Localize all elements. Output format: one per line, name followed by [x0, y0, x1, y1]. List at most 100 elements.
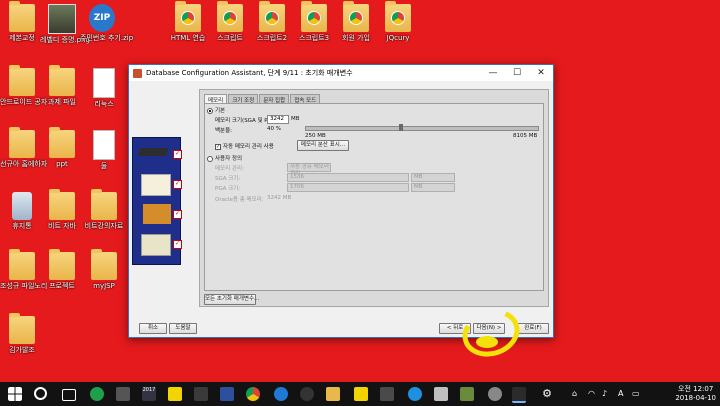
app-ai-icon[interactable]: [220, 387, 234, 401]
desktop-icon-fileshare[interactable]: 조성규 파일노리: [0, 249, 47, 290]
folder-icon: [49, 127, 75, 158]
slider-max-label: 8105 MB: [513, 133, 538, 139]
total-memory-value: 3242 MB: [267, 195, 292, 201]
boxes-icon: [143, 204, 171, 224]
desktop-icon-home[interactable]: 선규아 홈에하자: [0, 127, 47, 168]
step-check-icon: ✓: [173, 150, 182, 159]
typical-radio[interactable]: 기본: [207, 106, 225, 114]
help-button[interactable]: 도움말: [169, 323, 197, 334]
dbca-window: Database Configuration Assistant, 단계 9/1…: [128, 64, 554, 338]
document-icon: [93, 68, 115, 98]
auto-memory-checkbox[interactable]: ✓ 자동 메모리 관리 사용: [215, 142, 274, 150]
desktop-icon-android[interactable]: 안드로이드 공자: [0, 65, 47, 106]
close-button[interactable]: ✕: [529, 68, 553, 78]
cancel-button[interactable]: 취소: [139, 323, 167, 334]
finish-button[interactable]: 완료(F): [517, 323, 549, 334]
auto-memory-label: 자동 메모리 관리 사용: [223, 144, 274, 150]
desktop-icon-project[interactable]: 프로젝트: [40, 249, 84, 290]
volume-icon[interactable]: ♪: [602, 389, 607, 398]
document-icon: [93, 130, 115, 160]
maximize-button[interactable]: ☐: [505, 68, 529, 78]
chrome-folder-icon: [343, 1, 369, 32]
percent-value: 40 %: [267, 126, 281, 132]
desktop-icon-html[interactable]: HTML 연습: [166, 1, 210, 42]
all-init-params-button[interactable]: 모든 초기화 매개변수...: [204, 294, 259, 305]
memory-size-input[interactable]: 3242: [267, 115, 289, 124]
folder-icon: [91, 189, 117, 220]
desktop-icon-folder[interactable]: 제본교정: [0, 1, 44, 42]
minimize-button[interactable]: —: [481, 68, 505, 78]
settings-gear-icon[interactable]: ⚙: [540, 387, 554, 401]
app-dark-icon[interactable]: [194, 387, 208, 401]
desktop-icon-kim[interactable]: 김가발조: [0, 313, 44, 354]
start-windows-icon[interactable]: [8, 387, 22, 401]
desktop-icon-signup[interactable]: 회원 가입: [334, 1, 378, 42]
percent-label: 백분율:: [215, 128, 233, 134]
checkbox-checked-icon: ✓: [215, 143, 221, 150]
note-icon[interactable]: [354, 387, 368, 401]
custom-radio[interactable]: 사용자 정의: [207, 154, 242, 162]
dbca-taskbar-icon[interactable]: [512, 387, 526, 403]
tray-people-icon[interactable]: ⌂: [572, 389, 577, 398]
desktop-icon-recycle-bin[interactable]: 휴지통: [0, 192, 44, 230]
chrome-icon[interactable]: [246, 387, 260, 401]
desktop-icon-jquery[interactable]: JQcury: [376, 1, 420, 42]
desktop-icon-script[interactable]: 스크립트: [208, 1, 252, 42]
app-olive-icon[interactable]: [460, 387, 474, 401]
sga-input[interactable]: 1536: [287, 173, 409, 182]
desktop-icon-script3[interactable]: 스크립트3: [292, 1, 336, 42]
chrome-folder-icon: [385, 1, 411, 32]
desktop-icon-photo[interactable]: 레벨디 증명.png: [40, 4, 90, 44]
app-green-icon[interactable]: [90, 387, 104, 401]
taskbar-clock[interactable]: 오전 12:07 2018-04-10: [675, 385, 716, 403]
app-2017-icon[interactable]: 2017: [142, 387, 156, 401]
memory-chip-icon: [137, 148, 169, 156]
search-icon[interactable]: [34, 387, 47, 400]
folder-icon: [49, 65, 75, 96]
step-check-icon: ✓: [173, 180, 182, 189]
kakaotalk-icon[interactable]: [168, 387, 182, 401]
desktop-icon-lecture[interactable]: 비트강의자료: [82, 189, 126, 230]
wifi-icon[interactable]: ◠: [588, 389, 595, 398]
taskbar: 2017 ⚙ ⌂ ◠ ♪ A ▭ 오전 12:07 2018-04-10: [0, 382, 720, 406]
slider-thumb[interactable]: [398, 124, 403, 131]
pga-unit-select[interactable]: MB: [411, 183, 455, 192]
folder-icon: [9, 1, 35, 32]
desktop-icon-bit-java[interactable]: 비트 자바: [40, 189, 84, 230]
radio-unselected-icon: [207, 155, 213, 162]
github-icon[interactable]: [300, 387, 314, 401]
folder-icon: [9, 65, 35, 96]
help-book-icon: [141, 234, 171, 256]
file-explorer-icon[interactable]: [326, 387, 340, 401]
edge-icon[interactable]: [274, 387, 288, 401]
clock-time: 오전 12:07: [678, 385, 714, 393]
app-window-icon[interactable]: [380, 387, 394, 401]
desktop-icon-script2[interactable]: 스크립트2: [250, 1, 294, 42]
chrome-folder-icon: [301, 1, 327, 32]
ie-icon[interactable]: [408, 387, 422, 401]
desktop-icon-linux[interactable]: 리눅스: [82, 68, 126, 108]
app-round-icon[interactable]: [488, 387, 502, 401]
desktop-icon-doc[interactable]: 둘: [82, 130, 126, 170]
title-bar[interactable]: Database Configuration Assistant, 단계 9/1…: [129, 65, 553, 81]
app-icon: [133, 68, 142, 78]
desktop-icon-zip[interactable]: ZIP 주민번호 추기.zip: [80, 4, 133, 42]
desktop-icon-ppt[interactable]: ppt: [40, 127, 84, 168]
desktop-icon-homework[interactable]: 과제 파일: [40, 65, 84, 106]
show-memory-distribution-button[interactable]: 메모리 분산 표시...: [297, 140, 349, 151]
app-grey-icon[interactable]: [116, 387, 130, 401]
notification-icon[interactable]: ▭: [632, 389, 640, 398]
app-light-icon[interactable]: [434, 387, 448, 401]
folder-icon: [49, 189, 75, 220]
memory-slider[interactable]: [305, 124, 539, 131]
folder-icon: [9, 127, 35, 158]
pga-input[interactable]: 1706: [287, 183, 409, 192]
task-view-icon[interactable]: [62, 389, 76, 401]
total-memory-label: Oracle용 총 메모리:: [215, 197, 264, 203]
sga-unit-select[interactable]: MB: [411, 173, 455, 182]
folder-icon: [9, 249, 35, 280]
pga-label: PGA 크기:: [215, 186, 241, 192]
desktop-icon-myjsp[interactable]: myJSP: [82, 249, 126, 290]
ime-indicator[interactable]: A: [618, 389, 623, 398]
memory-mgmt-select[interactable]: 자동 공유 메모리 관리: [287, 163, 331, 177]
